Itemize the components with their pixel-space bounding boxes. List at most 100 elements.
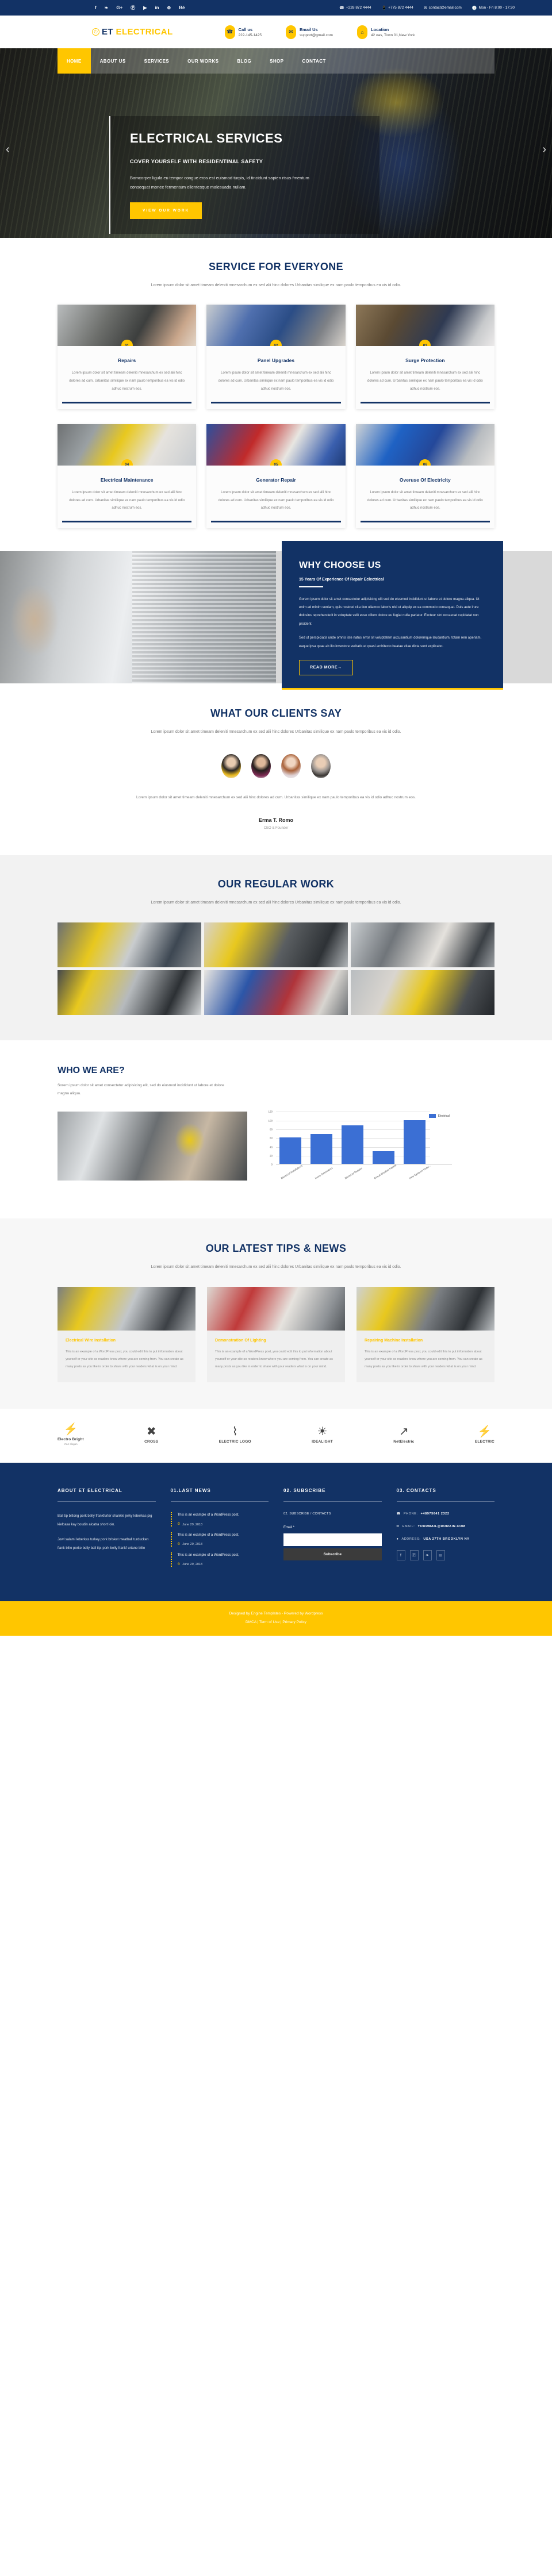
why-choose-us-paragraph-1: Gorem ipsum dolor sit amet consectetur a… — [299, 597, 480, 626]
footer-news-item[interactable]: This is an example of a WordPress post, ⏱… — [170, 1512, 269, 1527]
footer-phone-value: +48975641 2322 — [420, 1512, 450, 1516]
service-card-image: 03 — [355, 305, 494, 347]
work-title: OUR REGULAR WORK — [217, 878, 335, 890]
partner-logo[interactable]: ↗ NetElectric — [393, 1426, 414, 1444]
nav-item-about-us[interactable]: ABOUT US — [91, 48, 135, 74]
copyright-bar: Designed by Engine Templates - Powered b… — [0, 1601, 552, 1636]
nav-item-services[interactable]: SERVICES — [135, 48, 179, 74]
footer-address: ● ADDRESS: USA 27TH BROOKLYN NY — [397, 1537, 495, 1541]
gallery-item[interactable] — [204, 970, 348, 1015]
service-card-text: Lorem ipsum dolor sit amet timeam deleni… — [218, 371, 334, 391]
hero-next-arrow[interactable]: › — [542, 143, 546, 156]
gallery-item[interactable] — [204, 922, 348, 967]
pinterest-icon[interactable]: Ⓟ — [409, 1550, 419, 1561]
partner-logo-icon: ☀ — [317, 1425, 328, 1438]
news-card[interactable]: Demonstration Of Lighting This is an exam… — [207, 1286, 345, 1383]
regular-work-section: OUR REGULAR WORK Lorem ipsum dolor sit a… — [0, 855, 552, 1040]
service-card-text: Lorem ipsum dolor sit amet timeam deleni… — [69, 490, 185, 510]
hero-prev-arrow[interactable]: ‹ — [6, 143, 10, 156]
gallery-item[interactable] — [57, 922, 201, 967]
subscribe-button[interactable]: Subscribe — [283, 1548, 382, 1561]
news-card[interactable]: Repairing Machine Installation This is an… — [356, 1286, 494, 1383]
site-logo[interactable]: ⏻ ET ELECTRICAL — [92, 27, 173, 37]
service-card[interactable]: 02 Panel Upgrades Lorem ipsum dolor sit am… — [206, 305, 346, 409]
service-card[interactable]: 01 Repairs Lorem ipsum dolor sit amet time… — [57, 305, 197, 409]
avatar[interactable] — [311, 753, 331, 778]
testimonial-author-name: Erma T. Romo — [258, 817, 293, 824]
service-card[interactable]: 04 Electrical Maintenance Lorem ipsum dolo… — [57, 424, 197, 529]
pinterest-icon[interactable]: Ⓟ — [131, 5, 135, 11]
divider — [170, 1501, 269, 1502]
hero-slider: HOME ABOUT US SERVICES OUR WORKS BLOG SHOP CON… — [0, 48, 552, 238]
why-choose-us-paragraph-2: Sed ut perspiciatis unde omnis iste natu… — [299, 636, 482, 648]
nav-item-our-works[interactable]: OUR WORKS — [178, 48, 228, 74]
youtube-icon[interactable]: ▶ — [143, 5, 147, 10]
footer-about-title: ABOUT ET ELECTRICAL — [57, 1488, 122, 1494]
clock-icon: ⏱ — [177, 1542, 181, 1546]
gallery-item[interactable] — [351, 922, 494, 967]
google-plus-icon[interactable]: G+ — [116, 5, 122, 10]
work-subtitle: Lorem ipsum dolor sit amet timeam deleni… — [151, 901, 401, 905]
news-card-text: This is an example of a WordPress post, … — [215, 1349, 333, 1369]
avatar[interactable] — [221, 753, 241, 778]
partner-logo[interactable]: ☀ IDEALIGHT — [312, 1426, 333, 1444]
terms-link[interactable]: Term of Use — [259, 1620, 279, 1624]
top-phone-1: ☎ +228 872 4444 — [339, 6, 371, 10]
service-card-text: Lorem ipsum dolor sit amet timeam deleni… — [218, 490, 334, 510]
footer-address-key: ADDRESS: — [401, 1537, 421, 1541]
mobile-icon: 📱 — [381, 6, 387, 10]
news-card-title[interactable]: Electrical Wire Installation — [66, 1339, 187, 1343]
partners-section: ⚡ Electro Bright Your slogan ✖ CROSS ⌇ ELECTRI… — [0, 1409, 552, 1463]
footer-news-item-date: ⏱ June 29, 2018 — [177, 1542, 203, 1547]
nav-item-blog[interactable]: BLOG — [228, 48, 260, 74]
top-contact-info: ☎ +228 872 4444 📱 +775 872 4444 ✉ contac… — [339, 6, 515, 10]
top-email-value: contact@email.com — [428, 6, 462, 10]
dribbble-icon[interactable]: ⊛ — [167, 5, 171, 10]
top-email[interactable]: ✉ contact@email.com — [424, 6, 462, 10]
footer-email-key: EMAIL: — [402, 1525, 415, 1529]
gallery-item[interactable] — [57, 970, 201, 1015]
news-card-title[interactable]: Repairing Machine Installation — [365, 1339, 486, 1343]
gallery-item[interactable] — [351, 970, 494, 1015]
read-more-button[interactable]: READ MORE→ — [299, 660, 353, 676]
news-card[interactable]: Electrical Wire Installation This is an e… — [57, 1286, 195, 1383]
service-card[interactable]: 06 Overuse Of Electricity Lorem ipsum dolo… — [355, 424, 494, 529]
envelope-icon: ✉ — [423, 6, 427, 10]
envelope-icon: ✉ — [286, 25, 297, 39]
header-info-call-title: Call us — [238, 26, 253, 32]
partner-logo[interactable]: ⚡ ELECTRIC — [475, 1426, 494, 1444]
news-title: OUR LATEST TIPS & NEWS — [205, 1243, 347, 1255]
news-card-title[interactable]: Demonstration Of Lighting — [215, 1339, 337, 1343]
twitter-icon[interactable]: ❧ — [423, 1550, 432, 1561]
service-card[interactable]: 05 Generator Repair Lorem ipsum dolor sit … — [206, 424, 346, 529]
avatar[interactable] — [251, 753, 271, 778]
linkedin-icon[interactable]: in — [155, 5, 159, 10]
top-phone-2-value: +775 872 4444 — [388, 6, 413, 10]
partner-logo[interactable]: ⚡ Electro Bright Your slogan — [57, 1424, 84, 1445]
footer-news-item[interactable]: This is an example of a WordPress post, ⏱… — [170, 1552, 269, 1567]
facebook-icon[interactable]: f — [95, 5, 97, 10]
nav-item-contact[interactable]: CONTACT — [293, 48, 335, 74]
policy-link[interactable]: Primary Policy — [282, 1620, 306, 1624]
partner-logos: ⚡ Electro Bright Your slogan ✖ CROSS ⌇ ELECTRI… — [57, 1424, 494, 1445]
vk-icon[interactable]: ш — [436, 1550, 445, 1561]
nav-item-home[interactable]: HOME — [57, 48, 91, 74]
facebook-icon[interactable]: f — [396, 1550, 405, 1561]
footer-news-item-title: This is an example of a WordPress post, — [177, 1513, 240, 1517]
footer-news-item[interactable]: This is an example of a WordPress post, ⏱… — [170, 1532, 269, 1547]
work-gallery — [57, 922, 494, 1015]
dmca-link[interactable]: DMCA — [246, 1620, 256, 1624]
partner-logo[interactable]: ✖ CROSS — [144, 1426, 158, 1444]
nav-item-shop[interactable]: SHOP — [260, 48, 293, 74]
news-cards: Electrical Wire Installation This is an e… — [57, 1286, 494, 1383]
service-card[interactable]: 03 Surge Protection Lorem ipsum dolor sit … — [355, 305, 494, 409]
partner-logo[interactable]: ⌇ ELECTRIC LOGO — [219, 1426, 251, 1444]
divider — [57, 1501, 156, 1502]
testimonials-subtitle: Lorem ipsum dolor sit amet timeam deleni… — [151, 730, 401, 735]
behance-icon[interactable]: Bé — [179, 5, 185, 10]
avatar[interactable] — [281, 753, 301, 778]
twitter-icon[interactable]: ❧ — [105, 5, 109, 10]
phone-icon: ☎ — [224, 25, 235, 39]
view-our-work-button[interactable]: VIEW OUR WORK — [130, 202, 202, 219]
footer-email-input[interactable] — [283, 1533, 382, 1547]
